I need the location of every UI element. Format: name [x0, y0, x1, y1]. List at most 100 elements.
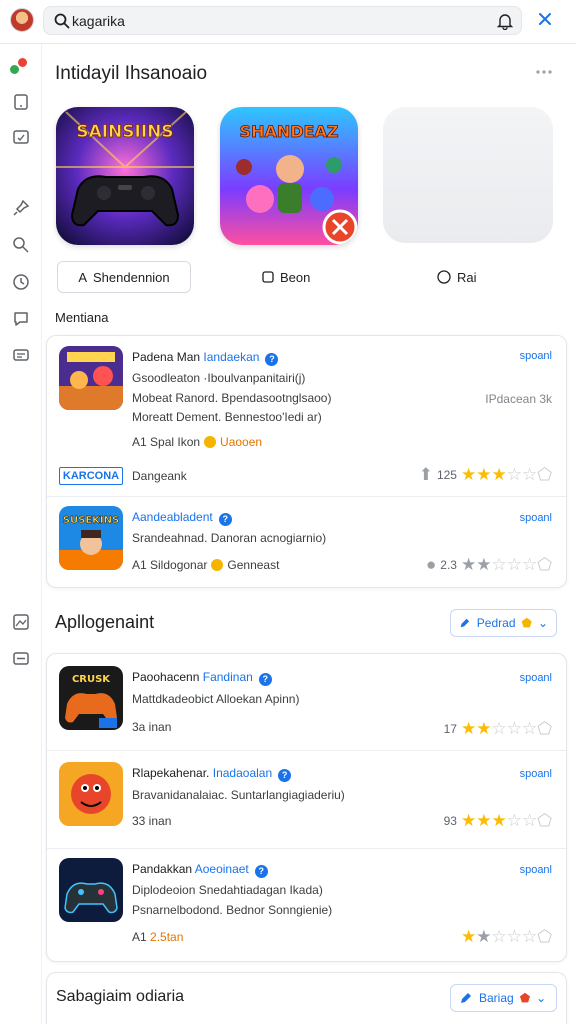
comment-icon[interactable]: [11, 649, 31, 669]
sidebar: [0, 44, 42, 1024]
chip-rai[interactable]: Rai: [437, 261, 477, 293]
item-title: Rlapekahenar. Inadaoalan?: [132, 766, 292, 782]
brand-badge: KARCONA: [59, 467, 123, 485]
star-icon: ☆: [506, 465, 522, 484]
thumb-art-text: SUSEKINS: [63, 515, 119, 526]
rating: ★★☆☆☆⬠: [461, 928, 552, 945]
chip-label: Rai: [457, 269, 477, 285]
featured-tile-2[interactable]: SHANDEAZ: [220, 107, 358, 245]
chevron-down-icon: ⌄: [537, 616, 548, 630]
item-line-1: Gsoodleaton ·Iboulvanpanitairi(j): [132, 371, 306, 385]
featured-tile-placeholder[interactable]: [383, 107, 553, 243]
divider: [47, 750, 566, 751]
item-thumbnail: SUSEKINS: [59, 506, 123, 570]
search-input[interactable]: [72, 12, 472, 30]
brand-text: Dangeank: [132, 469, 187, 483]
chip-label: Shendennion: [93, 269, 170, 285]
item-meta: A1 Spal Ikon Uaooen: [132, 435, 263, 449]
divider: [47, 848, 566, 849]
more-options-icon[interactable]: [535, 67, 553, 77]
checkbox-icon: [262, 271, 274, 283]
search-bar[interactable]: [43, 6, 522, 35]
item-line-1: Mattdkadeobict Alloekan Apinn): [132, 692, 300, 706]
share-icon[interactable]: ⬠: [537, 927, 552, 946]
chip-shendennion[interactable]: A Shendennion: [57, 261, 191, 293]
verified-icon: ?: [265, 353, 279, 366]
item-line-3: Moreatt Dement. Bennestoo'Iedi ar): [132, 410, 322, 424]
top-bar: [0, 0, 576, 44]
close-icon[interactable]: [537, 11, 553, 27]
card-sabagiaim: Sabagiaim odiaria Bariag ⬟ ⌄: [46, 972, 567, 1024]
item-tag[interactable]: spoanl: [520, 768, 552, 780]
avatar[interactable]: [10, 8, 34, 32]
chip-prefix: A: [78, 269, 88, 285]
item-thumbnail: CRUSK: [59, 666, 123, 730]
coin-icon: [204, 436, 217, 448]
filter-pill[interactable]: Bariag ⬟ ⌄: [450, 984, 557, 1012]
item-tag[interactable]: spoanl: [520, 350, 552, 362]
item-meta: 3a inan: [132, 720, 172, 734]
thumb-icon: ⬆: [418, 465, 433, 484]
chip-beon[interactable]: Beon: [262, 261, 310, 293]
star-rating: ★★☆☆☆⬠: [461, 928, 552, 945]
item-title: Padena Man Iandaekan?: [132, 350, 279, 366]
message-icon[interactable]: [11, 346, 31, 366]
card-mentiana: Padena Man Iandaekan? spoanl Gsoodleaton…: [46, 335, 567, 588]
bell-icon[interactable]: [496, 12, 514, 30]
item-thumbnail: [59, 858, 123, 922]
star-icon: ★: [460, 811, 477, 830]
star-icon: ★: [491, 811, 507, 830]
item-tag[interactable]: spoanl: [520, 512, 552, 524]
item-tag[interactable]: spoanl: [520, 672, 552, 684]
item-note: IPdacean 3k: [485, 392, 552, 406]
share-icon[interactable]: ⬠: [537, 811, 552, 830]
image-icon[interactable]: [11, 612, 31, 632]
star-rating: ★★☆☆☆⬠: [461, 720, 552, 737]
coin-icon: [211, 559, 224, 571]
share-icon[interactable]: ⬠: [537, 719, 552, 738]
share-icon[interactable]: ⬠: [537, 465, 552, 484]
star-icon: ☆: [491, 927, 507, 946]
rating: ● 2.3 ★★☆☆☆⬠: [426, 556, 552, 573]
star-icon: ★: [476, 555, 492, 574]
section-title-apllogenaint: Apllogenaint: [55, 612, 155, 632]
thumb-art-text: CRUSK: [72, 674, 111, 685]
star-icon: ☆: [521, 465, 538, 484]
item-thumbnail: [59, 762, 123, 826]
star-icon: ☆: [506, 555, 522, 574]
item-tag[interactable]: spoanl: [520, 864, 552, 876]
rating-count: 2.3: [440, 557, 457, 572]
tile-1-art-text: SAINSIINS: [76, 122, 173, 142]
tablet-icon[interactable]: [11, 92, 31, 112]
item-title: Pandakkan Aoeoinaet?: [132, 862, 268, 878]
share-icon[interactable]: ⬠: [537, 555, 552, 574]
search-icon: [54, 13, 70, 29]
search-person-icon[interactable]: [11, 235, 31, 255]
chevron-down-icon: ⌄: [536, 991, 547, 1005]
section-title-featured: Intidayil Ihsanoaio: [55, 63, 208, 84]
monitor-icon[interactable]: [11, 128, 31, 148]
star-rating: ★★★☆☆⬠: [461, 812, 552, 829]
rating-count: 17: [443, 721, 457, 736]
badge-icon: ⬟: [519, 991, 531, 1005]
filter-pill[interactable]: Pedrad ⬟ ⌄: [450, 609, 557, 637]
star-rating: ★★★☆☆⬠: [461, 466, 552, 483]
star-icon: ★: [460, 927, 477, 946]
star-icon: ☆: [506, 811, 522, 830]
clock-icon[interactable]: [11, 272, 31, 292]
star-icon: ★: [460, 465, 477, 484]
star-icon: ★: [476, 719, 492, 738]
featured-tile-1[interactable]: SAINSIINS: [56, 107, 194, 245]
chat-icon[interactable]: [11, 309, 31, 329]
edit-icon: [461, 993, 471, 1003]
item-meta: 33 inan: [132, 814, 172, 828]
star-icon: ☆: [491, 555, 507, 574]
divider: [47, 496, 566, 497]
star-icon: ☆: [506, 927, 522, 946]
pin-icon[interactable]: [11, 198, 31, 218]
verified-icon: ?: [254, 865, 268, 878]
star-icon: ★: [476, 811, 492, 830]
star-icon: ☆: [521, 927, 538, 946]
verified-icon: ?: [258, 673, 272, 686]
rating: 93 ★★★☆☆⬠: [444, 812, 552, 829]
